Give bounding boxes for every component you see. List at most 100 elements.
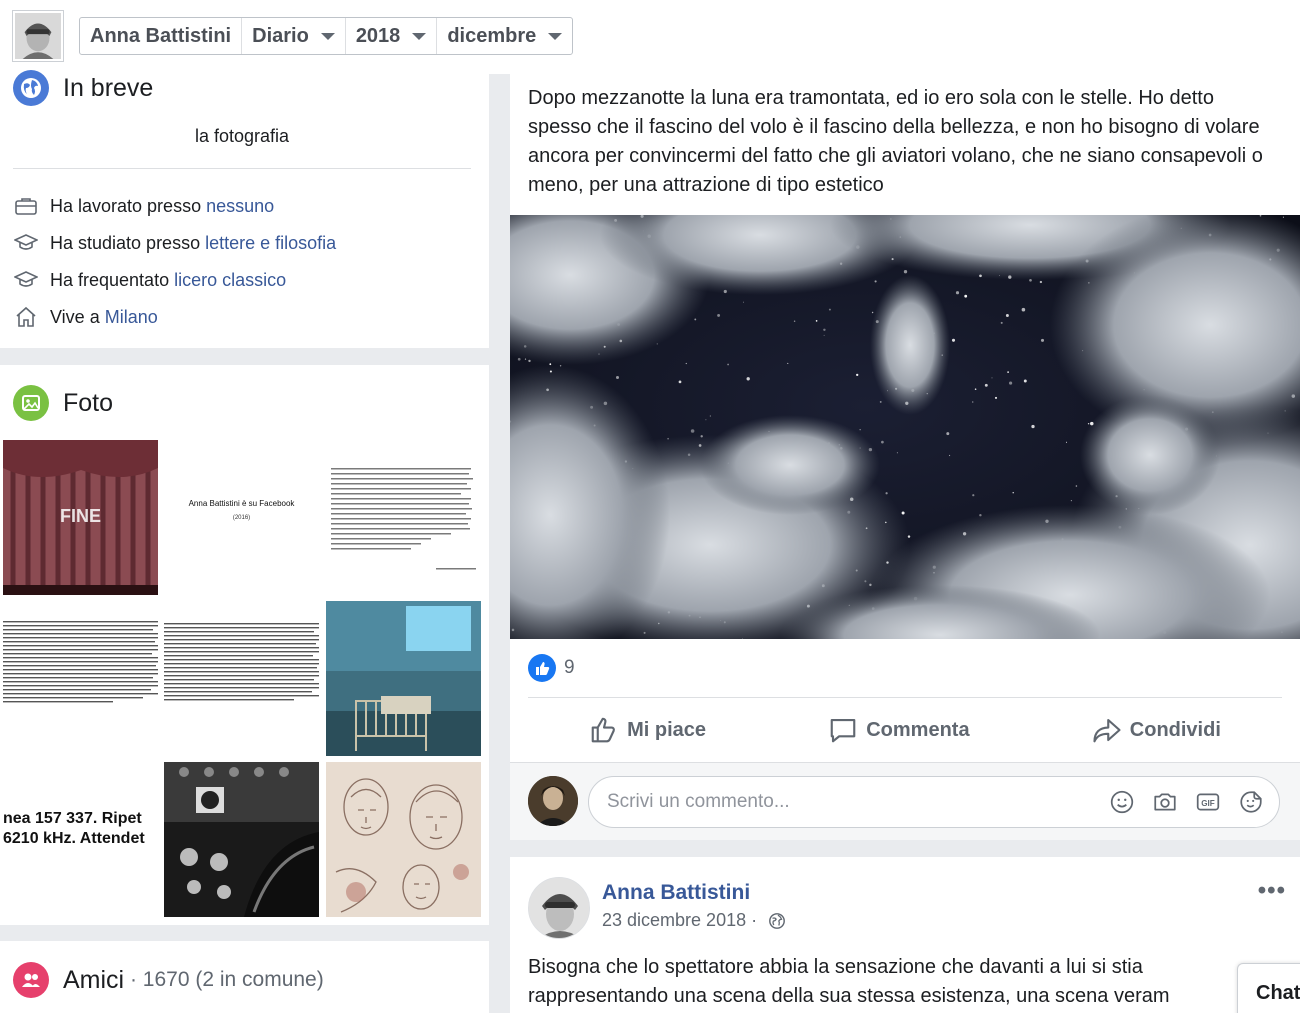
profile-name-crumb[interactable]: Anna Battistini: [80, 18, 243, 54]
star: [1021, 307, 1026, 312]
post-actions: Mi piace Commenta Condividi: [528, 710, 1282, 750]
friends-title[interactable]: Amici: [63, 966, 124, 995]
school-prefix: Ha frequentato: [50, 269, 175, 290]
star: [1065, 441, 1068, 443]
post-options-button[interactable]: •••: [1258, 877, 1286, 905]
document-text-image: [331, 468, 476, 570]
photo-thumbnail-text-card[interactable]: Anna Battistini è su Facebook (2016): [164, 440, 319, 595]
section-label: Diario: [252, 24, 309, 47]
photo-icon: [13, 385, 49, 421]
star: [984, 383, 988, 387]
photo-thumbnail-cockpit[interactable]: [164, 762, 319, 917]
month-label: dicembre: [447, 24, 537, 47]
star: [949, 454, 951, 457]
aviator-portrait-image: [529, 878, 589, 938]
chat-tab[interactable]: Chat: [1237, 963, 1300, 1013]
star: [874, 280, 877, 283]
year-dropdown[interactable]: 2018: [346, 18, 438, 54]
study-link[interactable]: lettere e filosofia: [205, 233, 336, 254]
star: [896, 452, 898, 454]
star: [946, 432, 950, 436]
share-button[interactable]: Condividi: [1092, 715, 1221, 745]
star: [1070, 500, 1072, 502]
comment-button[interactable]: Commenta: [828, 715, 970, 745]
commenter-avatar[interactable]: [528, 776, 578, 826]
photo-thumbnail-article-2[interactable]: [164, 601, 319, 756]
photo-thumbnail-curtain[interactable]: FINE: [3, 440, 158, 595]
photo-thumbnail-room[interactable]: [326, 601, 481, 756]
star: [1040, 338, 1045, 342]
intro-lives: Vive a Milano: [13, 303, 158, 331]
star: [685, 362, 687, 365]
starry-sky-clouds-image: [510, 215, 1300, 639]
photos-header: Foto: [13, 385, 113, 421]
intro-header: In breve: [13, 70, 153, 106]
star: [1087, 422, 1090, 425]
fine-caption: FINE: [59, 506, 101, 526]
timeline-breadcrumb: Anna Battistini Diario 2018 dicembre: [79, 17, 574, 55]
post-text-line1: Bisogna che lo spettatore abbia la sensa…: [528, 956, 1143, 978]
month-dropdown[interactable]: dicembre: [437, 18, 572, 54]
star: [1000, 321, 1003, 324]
work-prefix: Ha lavorato presso: [50, 195, 207, 216]
friends-icon: [13, 962, 49, 998]
star: [717, 313, 721, 317]
photo-thumbnail-sketch[interactable]: [326, 762, 481, 917]
post-text-2: Bisogna che lo spettatore abbia la sensa…: [528, 953, 1240, 1011]
star: [746, 377, 750, 381]
reaction-summary[interactable]: 9: [528, 654, 575, 682]
post-image[interactable]: [510, 215, 1300, 639]
like-button[interactable]: Mi piace: [589, 715, 706, 745]
friends-separator: ·: [124, 968, 143, 991]
star: [994, 396, 998, 399]
profile-avatar[interactable]: [12, 10, 64, 62]
photo-thumbnail-document[interactable]: [326, 440, 481, 595]
cockpit-image: [164, 762, 319, 917]
smiley-icon[interactable]: [1108, 788, 1136, 816]
star: [951, 338, 956, 342]
star: [815, 320, 818, 322]
friends-card: Amici · 1670 (2 in comune): [0, 941, 489, 1013]
author-avatar[interactable]: [528, 877, 590, 939]
comment-composer: GIF: [510, 762, 1300, 840]
comment-input-box[interactable]: GIF: [588, 776, 1280, 828]
author-name-link[interactable]: Anna Battistini: [602, 881, 750, 905]
photos-title[interactable]: Foto: [63, 389, 113, 418]
lives-link[interactable]: Milano: [105, 307, 158, 328]
chevron-down-icon: [548, 32, 563, 40]
comment-input[interactable]: [607, 791, 1087, 813]
friends-count: 1670 (2 in comune): [142, 968, 324, 991]
intro-school: Ha frequentato licero classico: [13, 266, 286, 294]
blue-room-bed-image: [326, 601, 481, 756]
photo-thumbnail-text-crop[interactable]: nea 157 337. Ripet 6210 kHz. Attendet: [3, 762, 158, 917]
camera-icon[interactable]: [1151, 788, 1179, 816]
post-date-link[interactable]: 23 dicembre 2018: [602, 910, 746, 931]
article-text-image: [3, 621, 158, 703]
intro-card: In breve la fotografia Ha lavorato press…: [0, 70, 489, 348]
star: [709, 415, 711, 417]
star: [1031, 424, 1035, 429]
speech-bubble-icon: [830, 718, 856, 743]
lives-prefix: Vive a: [50, 306, 105, 327]
study-prefix: Ha studiato presso: [50, 232, 206, 253]
sticker-icon[interactable]: [1237, 788, 1265, 816]
section-dropdown[interactable]: Diario: [242, 18, 346, 54]
graduation-cap-icon: [13, 267, 39, 293]
star: [881, 440, 884, 444]
star: [793, 320, 796, 323]
svg-text:GIF: GIF: [1201, 799, 1215, 808]
star: [903, 270, 908, 274]
like-count: 9: [564, 657, 575, 678]
friends-header: Amici · 1670 (2 in comune): [13, 962, 324, 998]
photo-thumbnail-article[interactable]: [3, 601, 158, 756]
star: [705, 419, 707, 421]
star: [690, 429, 695, 433]
portrait-sketch-image: [326, 762, 481, 917]
gif-icon[interactable]: GIF: [1194, 788, 1222, 816]
school-link[interactable]: licero classico: [174, 270, 286, 291]
photo-crop-line1: nea 157 337. Ripet: [3, 810, 142, 827]
home-icon: [13, 304, 39, 330]
work-link[interactable]: nessuno: [206, 196, 274, 217]
aviator-portrait-image: [15, 13, 61, 59]
intro-study: Ha studiato presso lettere e filosofia: [13, 229, 336, 257]
